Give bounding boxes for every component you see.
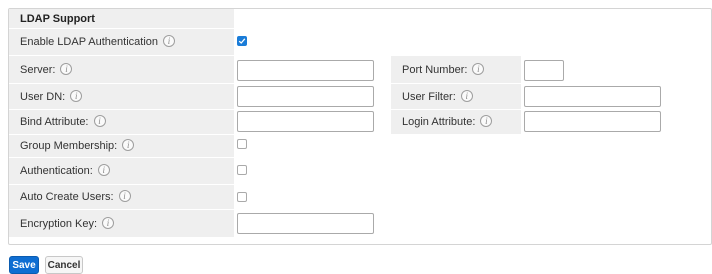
auto-create-users-label: Auto Create Users: — [20, 191, 114, 203]
enable-ldap-label-cell: Enable LDAP Authentication i — [9, 29, 234, 55]
auto-create-users-label-cell: Auto Create Users: i — [9, 185, 234, 209]
save-button[interactable]: Save — [9, 256, 39, 274]
bind-attribute-label: Bind Attribute: — [20, 116, 89, 128]
info-icon[interactable]: i — [480, 115, 493, 127]
section-title: LDAP Support — [20, 12, 95, 25]
info-icon[interactable]: i — [163, 35, 176, 47]
encryption-key-input[interactable] — [237, 213, 374, 234]
login-attribute-input[interactable] — [524, 111, 661, 132]
info-icon[interactable]: i — [102, 216, 115, 229]
port-number-label-cell: Port Number: i — [391, 56, 521, 83]
port-number-label: Port Number: — [402, 63, 468, 76]
enable-ldap-checkbox[interactable] — [237, 36, 247, 46]
user-dn-input[interactable] — [237, 86, 374, 107]
server-label: Server: — [20, 63, 56, 76]
server-input[interactable] — [237, 60, 374, 81]
login-attribute-label-cell: Login Attribute: i — [391, 110, 521, 134]
info-icon[interactable]: i — [93, 115, 106, 127]
user-dn-label-cell: User DN: i — [9, 84, 234, 109]
bind-attribute-input[interactable] — [237, 111, 374, 132]
info-icon[interactable]: i — [97, 164, 110, 176]
user-dn-label: User DN: — [20, 90, 66, 103]
bind-attribute-label-cell: Bind Attribute: i — [9, 110, 234, 134]
encryption-key-label-cell: Encryption Key: i — [9, 210, 234, 237]
checkmark-icon — [238, 38, 246, 44]
info-icon[interactable]: i — [118, 190, 131, 202]
info-icon[interactable]: i — [460, 89, 473, 102]
group-membership-label: Group Membership: — [20, 140, 118, 152]
info-icon[interactable]: i — [70, 89, 83, 102]
user-filter-input[interactable] — [524, 86, 661, 107]
auto-create-users-checkbox[interactable] — [237, 192, 247, 202]
login-attribute-label: Login Attribute: — [402, 116, 476, 128]
section-header: LDAP Support — [9, 9, 234, 28]
info-icon[interactable]: i — [60, 62, 73, 75]
encryption-key-label: Encryption Key: — [20, 217, 98, 230]
cancel-button[interactable]: Cancel — [45, 256, 83, 274]
enable-ldap-label: Enable LDAP Authentication — [20, 36, 159, 48]
authentication-label-cell: Authentication: i — [9, 158, 234, 184]
authentication-label: Authentication: — [20, 165, 93, 177]
group-membership-checkbox[interactable] — [237, 139, 247, 149]
server-label-cell: Server: i — [9, 56, 234, 83]
group-membership-label-cell: Group Membership: i — [9, 135, 234, 157]
authentication-checkbox[interactable] — [237, 165, 247, 175]
user-filter-label: User Filter: — [402, 90, 456, 103]
info-icon[interactable]: i — [472, 62, 485, 75]
user-filter-label-cell: User Filter: i — [391, 84, 521, 109]
info-icon[interactable]: i — [122, 139, 135, 151]
port-number-input[interactable] — [524, 60, 564, 81]
